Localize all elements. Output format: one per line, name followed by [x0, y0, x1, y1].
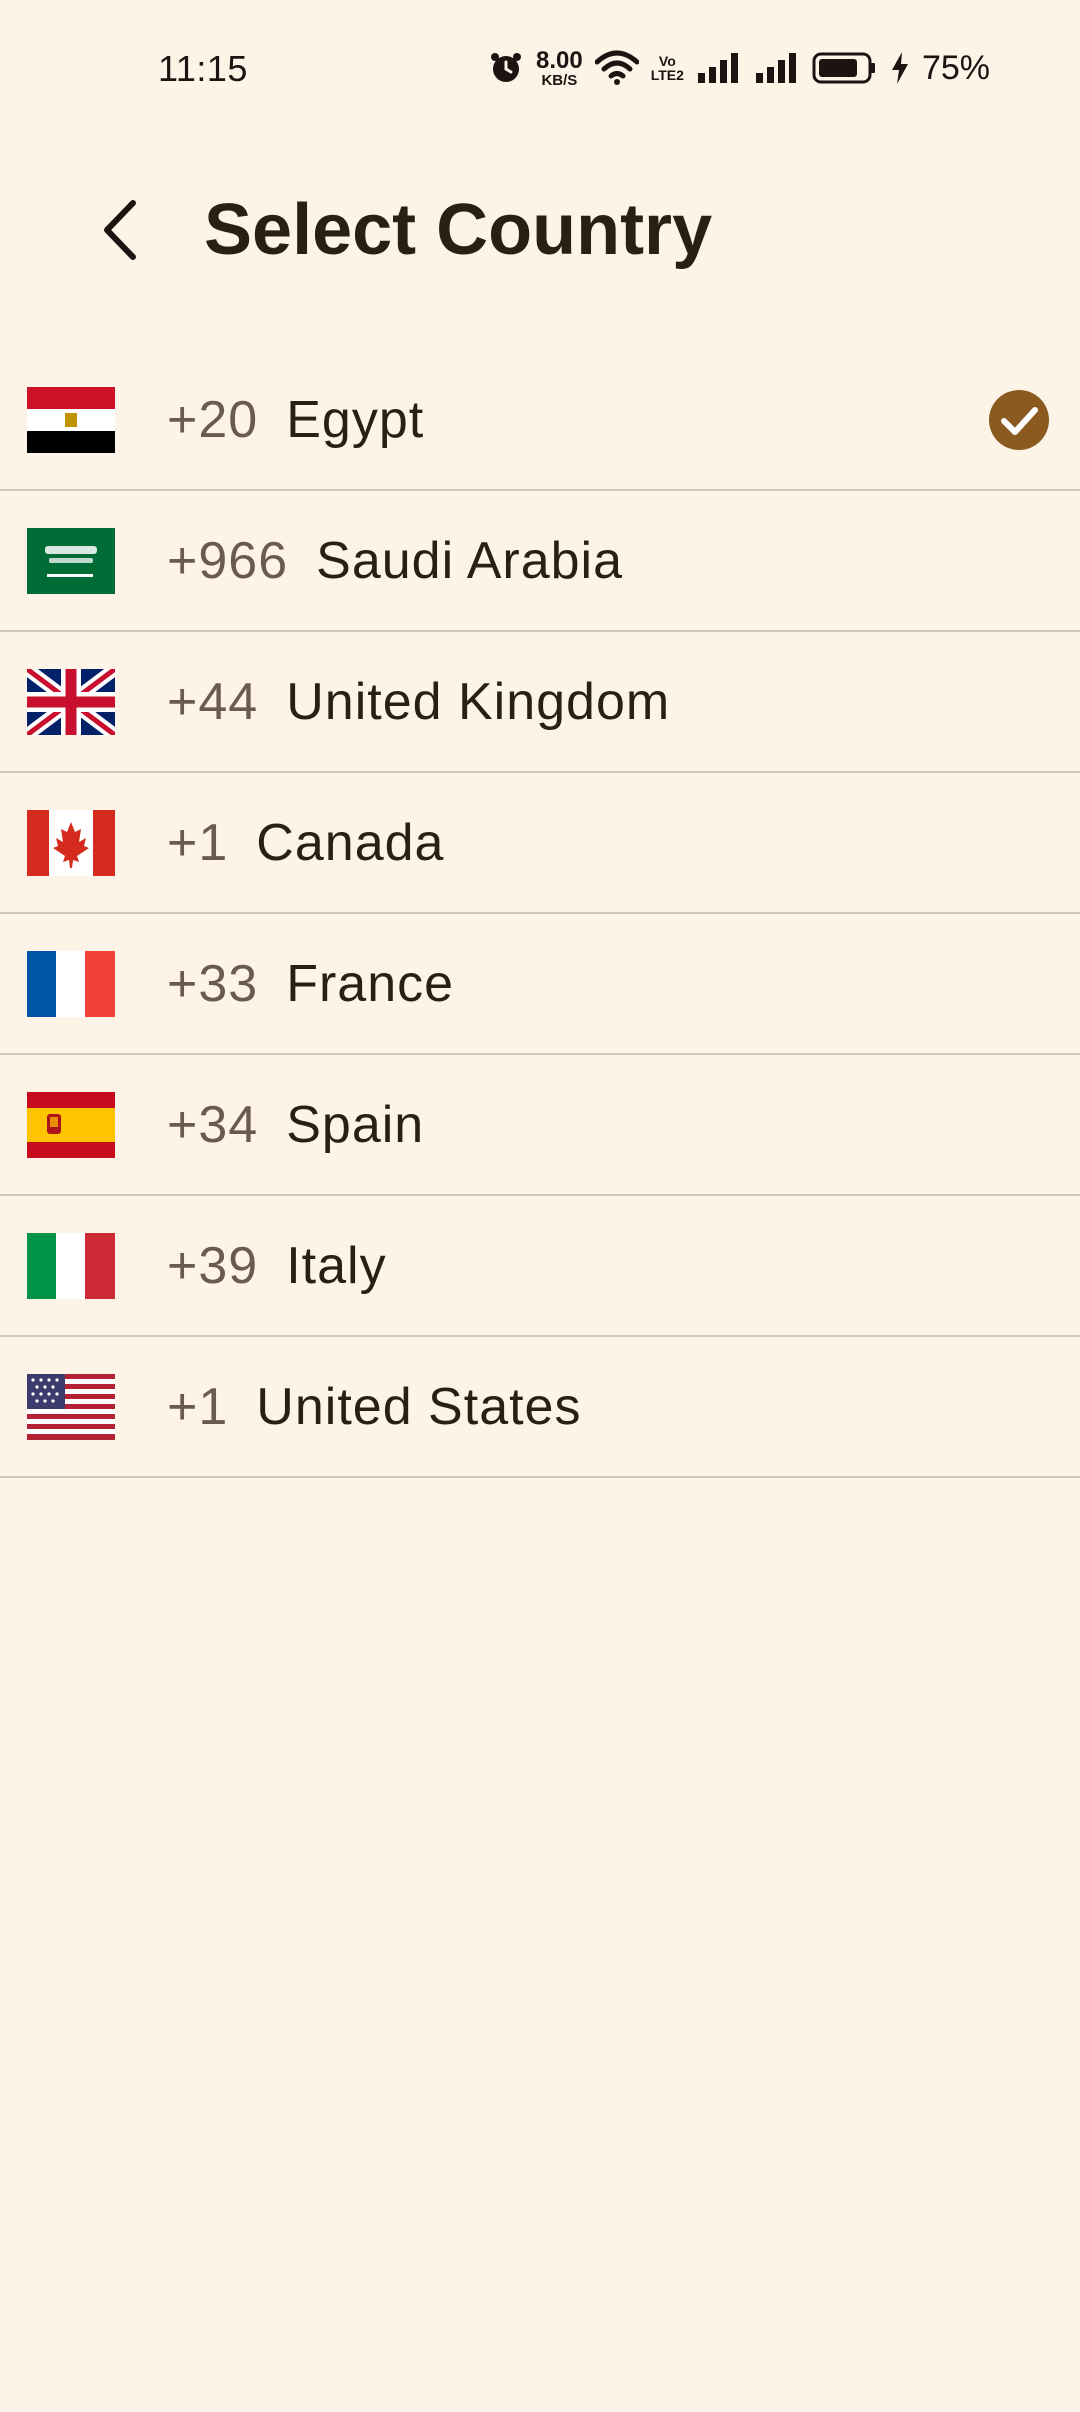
selected-check-icon: [989, 389, 1049, 450]
country-name: Egypt: [286, 390, 425, 449]
country-row-canada[interactable]: +1 Canada: [0, 773, 1080, 914]
france-flag-icon: [27, 950, 115, 1017]
status-time: 11:15: [158, 48, 248, 89]
country-row-egypt[interactable]: +20 Egypt: [0, 350, 1080, 491]
volte-top: Vo: [658, 53, 676, 69]
signal-icon-2: [754, 51, 800, 85]
country-name: United Kingdom: [286, 672, 671, 731]
charging-icon: [890, 51, 910, 85]
status-icons: 8.00 KB/S Vo LTE2 75%: [488, 44, 990, 92]
country-row-saudi-arabia[interactable]: +966 Saudi Arabia: [0, 491, 1080, 632]
country-row-france[interactable]: +33 France: [0, 914, 1080, 1055]
uk-flag-icon: [27, 668, 115, 735]
dial-code: +1: [167, 1377, 229, 1436]
signal-icon: [696, 51, 742, 85]
country-label: +34 Spain: [167, 1095, 424, 1155]
page-title: Select Country: [204, 190, 713, 270]
country-label: +44 United Kingdom: [167, 672, 670, 732]
dial-code: +39: [167, 1236, 259, 1295]
country-label: +966 Saudi Arabia: [167, 531, 623, 591]
usa-flag-icon: [27, 1373, 115, 1440]
country-name: France: [286, 954, 455, 1013]
country-row-italy[interactable]: +39 Italy: [0, 1196, 1080, 1337]
country-label: +39 Italy: [167, 1236, 387, 1296]
wifi-icon: [594, 50, 639, 86]
dial-code: +44: [167, 672, 259, 731]
country-label: +33 France: [167, 954, 454, 1014]
country-name: Italy: [286, 1236, 387, 1295]
country-row-united-states[interactable]: +1 United States: [0, 1337, 1080, 1478]
dial-code: +20: [167, 390, 259, 449]
app-header: Select Country: [0, 170, 1080, 290]
country-name: United States: [256, 1377, 582, 1436]
volte-bottom: LTE2: [650, 67, 684, 83]
network-speed-value: 8.00: [536, 46, 583, 74]
dial-code: +1: [167, 813, 229, 872]
back-button[interactable]: [80, 190, 160, 270]
country-row-spain[interactable]: +34 Spain: [0, 1055, 1080, 1196]
country-name: Spain: [286, 1095, 425, 1154]
country-label: +20 Egypt: [167, 390, 424, 450]
dial-code: +966: [167, 531, 289, 590]
egypt-flag-icon: [27, 386, 115, 453]
volte-indicator: Vo LTE2: [651, 54, 684, 82]
italy-flag-icon: [27, 1232, 115, 1299]
battery-icon: [812, 51, 878, 85]
network-speed: 8.00 KB/S: [536, 46, 583, 89]
country-row-united-kingdom[interactable]: +44 United Kingdom: [0, 632, 1080, 773]
country-label: +1 United States: [167, 1377, 581, 1437]
country-name: Saudi Arabia: [316, 531, 624, 590]
country-name: Canada: [256, 813, 445, 872]
dial-code: +33: [167, 954, 259, 1013]
spain-flag-icon: [27, 1091, 115, 1158]
status-bar: 11:15 8.00 KB/S Vo LTE2 75%: [0, 0, 1080, 140]
dial-code: +34: [167, 1095, 259, 1154]
country-list: +20 Egypt +966 Saudi Arabia +44 United King…: [0, 350, 1080, 1478]
chevron-left-icon: [104, 200, 136, 260]
canada-flag-icon: [27, 809, 115, 876]
saudi-arabia-flag-icon: [27, 527, 115, 594]
country-label: +1 Canada: [167, 813, 444, 873]
battery-percent: 75%: [921, 48, 990, 87]
network-speed-unit: KB/S: [541, 71, 578, 89]
alarm-icon: [488, 50, 524, 86]
